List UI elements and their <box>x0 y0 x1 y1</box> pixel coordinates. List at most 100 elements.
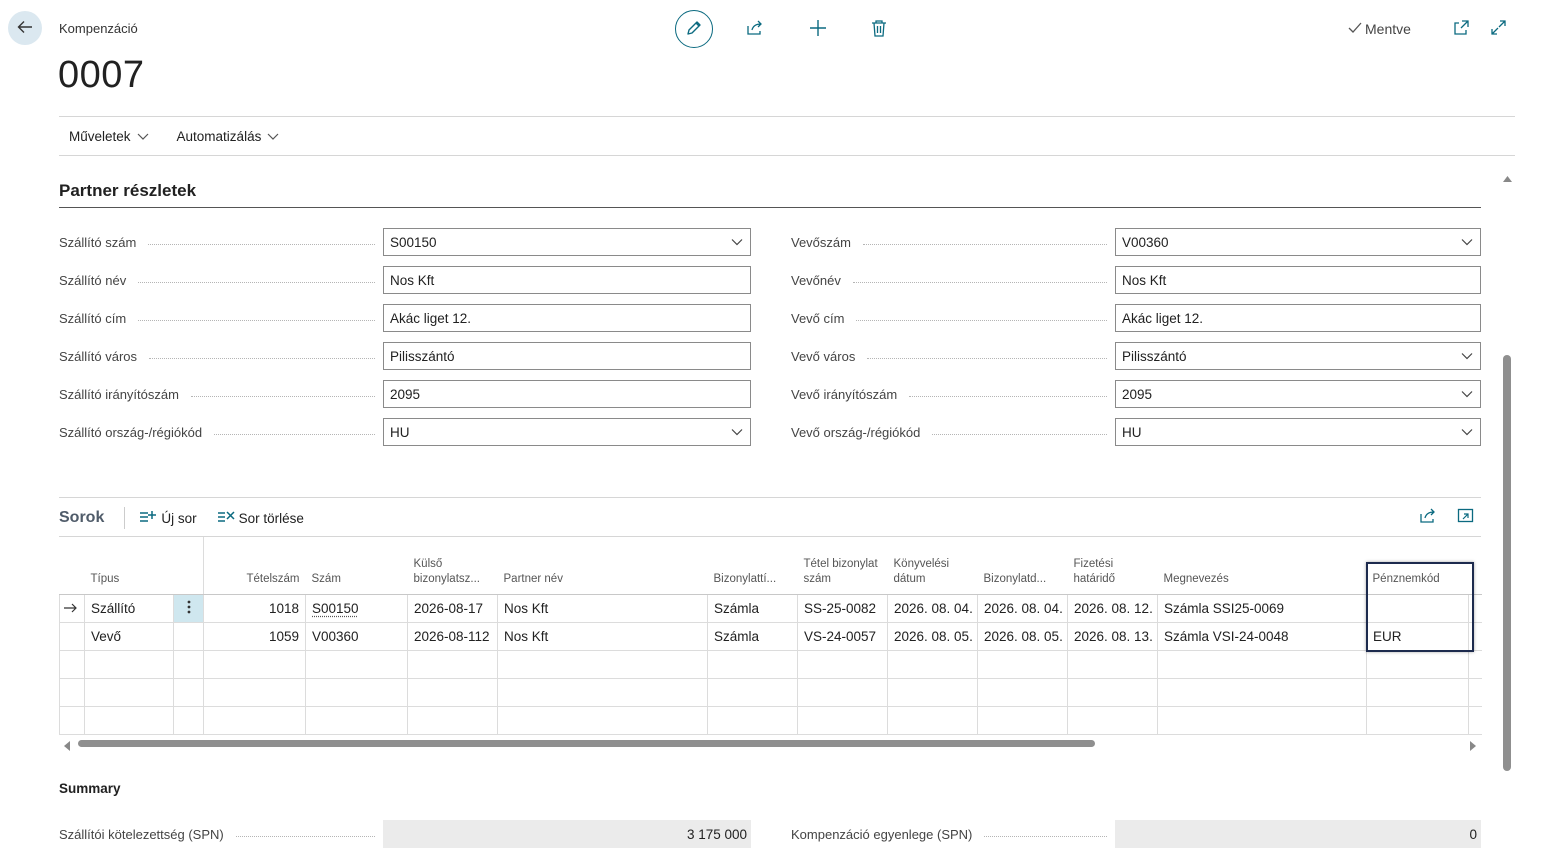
lines-share-button[interactable] <box>1416 505 1440 529</box>
cell-doc-type[interactable]: Számla <box>707 622 798 651</box>
cell-currency[interactable] <box>1366 678 1469 707</box>
section-title-partner[interactable]: Partner részletek <box>59 181 196 201</box>
cell-due-date[interactable] <box>1067 650 1158 679</box>
cell-entry-doc-no[interactable] <box>797 706 888 735</box>
cell-due-date[interactable] <box>1067 706 1158 735</box>
chevron-down-icon[interactable] <box>730 235 744 249</box>
table-row[interactable]: Szállító 1018 S00150 2026-08-17 Nos Kft Száml… <box>59 594 1482 623</box>
cell-ext-doc[interactable] <box>407 678 498 707</box>
edit-button[interactable] <box>675 10 713 48</box>
cell-doc-type[interactable] <box>707 650 798 679</box>
cell-number[interactable] <box>305 650 408 679</box>
col-header-szam[interactable]: Szám <box>305 537 408 595</box>
cell-description[interactable] <box>1157 650 1367 679</box>
table-row[interactable] <box>59 650 1482 679</box>
chevron-down-icon[interactable] <box>730 425 744 439</box>
table-row[interactable]: Vevő 1059 V00360 2026-08-112 Nos Kft Számla VS… <box>59 622 1482 651</box>
summary-title[interactable]: Summary <box>59 781 121 796</box>
cell-type[interactable] <box>84 650 174 679</box>
cell-doc-date[interactable]: 2026. 08. 05. <box>977 622 1068 651</box>
customer-field-input-0[interactable]: V00360 <box>1115 228 1481 256</box>
vertical-scrollbar-thumb[interactable] <box>1503 355 1511 771</box>
back-button[interactable] <box>8 11 42 45</box>
customer-field-input-4[interactable]: 2095 <box>1115 380 1481 408</box>
cell-type[interactable] <box>84 678 174 707</box>
cell-ext-doc[interactable]: 2026-08-112 <box>407 622 498 651</box>
more-options-icon[interactable] <box>187 600 191 617</box>
menu-automatizalas[interactable]: Automatizálás <box>167 129 290 144</box>
col-header-konyvelesi-datum[interactable]: Könyvelési dátum <box>887 537 978 595</box>
cell-currency[interactable] <box>1366 650 1469 679</box>
breadcrumb[interactable]: Kompenzáció <box>59 21 138 36</box>
cell-entry-no[interactable] <box>203 650 306 679</box>
cell-description[interactable]: Számla VSI-24-0048 <box>1157 622 1367 651</box>
lines-expand-button[interactable] <box>1453 505 1477 529</box>
cell-number[interactable]: S00150 <box>305 594 408 623</box>
menu-muveletek[interactable]: Műveletek <box>59 129 159 144</box>
cell-partner[interactable]: Nos Kft <box>497 594 708 623</box>
col-header-fizetesi-hatarido[interactable]: Fizetési határidő <box>1067 537 1158 595</box>
table-row[interactable] <box>59 678 1482 707</box>
cell-doc-type[interactable] <box>707 706 798 735</box>
col-header-bizonylattipus[interactable]: Bizonylattí... <box>707 537 798 595</box>
vendor-field-input-4[interactable]: 2095 <box>383 380 751 408</box>
cell-partner[interactable] <box>497 706 708 735</box>
col-header-kulso-bizonylatszam[interactable]: Külső bizonylatsz... <box>407 537 498 595</box>
row-menu-cell[interactable] <box>173 706 204 735</box>
delete-button[interactable] <box>867 17 891 41</box>
customer-field-input-2[interactable]: Akác liget 12. <box>1115 304 1481 332</box>
lines-title[interactable]: Sorok <box>59 509 104 527</box>
col-header-megnevezes[interactable]: Megnevezés <box>1157 537 1367 595</box>
col-header-tetel-bizonylat-szam[interactable]: Tétel bizonylat szám <box>797 537 888 595</box>
new-line-button[interactable]: Új sor <box>139 509 197 528</box>
vendor-field-input-2[interactable]: Akác liget 12. <box>383 304 751 332</box>
vendor-field-input-5[interactable]: HU <box>383 418 751 446</box>
row-menu-cell[interactable] <box>173 594 204 623</box>
chevron-down-icon[interactable] <box>1460 349 1474 363</box>
cell-entry-no[interactable] <box>203 706 306 735</box>
cell-type[interactable]: Szállító <box>84 594 174 623</box>
cell-posting-date[interactable]: 2026. 08. 05. <box>887 622 978 651</box>
cell-entry-no[interactable] <box>203 678 306 707</box>
col-header-tipus[interactable]: Típus <box>84 537 174 595</box>
col-header-bizonylat-datum[interactable]: Bizonylatd... <box>977 537 1068 595</box>
scroll-up-arrow[interactable] <box>1503 170 1512 185</box>
cell-posting-date[interactable] <box>887 678 978 707</box>
vendor-field-input-3[interactable]: Pilisszántó <box>383 342 751 370</box>
chevron-down-icon[interactable] <box>1460 235 1474 249</box>
cell-ext-doc[interactable] <box>407 706 498 735</box>
horizontal-scrollbar-thumb[interactable] <box>78 740 1095 747</box>
scroll-right-arrow[interactable] <box>1469 739 1477 754</box>
cell-ext-doc[interactable] <box>407 650 498 679</box>
cell-partner[interactable] <box>497 650 708 679</box>
cell-entry-doc-no[interactable]: SS-25-0082 <box>797 594 888 623</box>
chevron-down-icon[interactable] <box>1460 425 1474 439</box>
cell-ext-doc[interactable]: 2026-08-17 <box>407 594 498 623</box>
cell-partner[interactable] <box>497 678 708 707</box>
cell-type[interactable]: Vevő <box>84 622 174 651</box>
vendor-field-input-1[interactable]: Nos Kft <box>383 266 751 294</box>
row-menu-cell[interactable] <box>173 622 204 651</box>
cell-posting-date[interactable]: 2026. 08. 04. <box>887 594 978 623</box>
cell-due-date[interactable]: 2026. 08. 13. <box>1067 622 1158 651</box>
cell-entry-no[interactable]: 1018 <box>203 594 306 623</box>
row-menu-cell[interactable] <box>173 650 204 679</box>
cell-doc-type[interactable] <box>707 678 798 707</box>
col-header-tetelszam[interactable]: Tételszám <box>203 537 306 595</box>
cell-currency[interactable] <box>1366 706 1469 735</box>
share-button[interactable] <box>743 17 767 41</box>
cell-posting-date[interactable] <box>887 706 978 735</box>
customer-field-input-3[interactable]: Pilisszántó <box>1115 342 1481 370</box>
table-row[interactable] <box>59 706 1482 735</box>
customer-field-input-5[interactable]: HU <box>1115 418 1481 446</box>
expand-button[interactable] <box>1486 17 1510 41</box>
cell-posting-date[interactable] <box>887 650 978 679</box>
scroll-left-arrow[interactable] <box>63 739 71 754</box>
col-header-partner-nev[interactable]: Partner név <box>497 537 708 595</box>
cell-doc-date[interactable] <box>977 650 1068 679</box>
cell-number[interactable] <box>305 678 408 707</box>
cell-entry-doc-no[interactable] <box>797 650 888 679</box>
row-menu-cell[interactable] <box>173 678 204 707</box>
cell-partner[interactable]: Nos Kft <box>497 622 708 651</box>
delete-line-button[interactable]: Sor törlése <box>217 509 304 528</box>
